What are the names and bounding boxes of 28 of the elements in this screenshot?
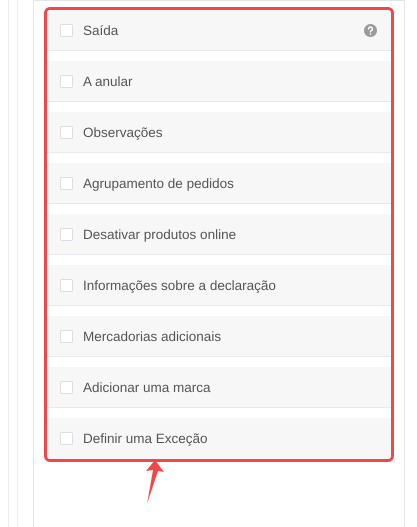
checkbox[interactable] [60,176,73,190]
option-label: Observações [83,124,164,140]
option-row[interactable]: Saída [47,10,391,51]
checkbox[interactable] [60,74,73,88]
option-row[interactable]: Observações [47,112,391,153]
checkbox[interactable] [60,278,73,292]
option-label: Agrupamento de pedidos [83,176,235,190]
option-label: A anular [83,74,134,88]
option-label: Mercadorias adicionais [83,328,222,344]
checkbox[interactable] [60,228,73,240]
option-label: Informações sobre a declaração [83,278,277,292]
option-label: Saída [83,22,120,38]
option-row[interactable]: Agrupamento de pedidos [47,163,391,204]
checkbox[interactable] [60,24,73,36]
checkbox[interactable] [60,432,73,445]
option-label: Desativar produtos online [83,226,238,242]
option-row[interactable]: A anular [47,61,391,102]
option-row[interactable]: Adicionar uma marca [47,367,391,408]
option-row[interactable]: Informações sobre a declaração [47,265,391,306]
checkbox[interactable] [60,330,73,342]
help-icon[interactable] [364,24,377,36]
option-label: Definir uma Exceção [83,431,209,446]
checkbox[interactable] [60,126,73,138]
checkbox[interactable] [60,380,73,394]
option-row[interactable]: Mercadorias adicionais [47,316,391,357]
option-label: Adicionar uma marca [83,380,212,394]
option-row[interactable]: Definir uma Exceção [47,418,391,459]
option-row[interactable]: Desativar produtos online [47,214,391,255]
